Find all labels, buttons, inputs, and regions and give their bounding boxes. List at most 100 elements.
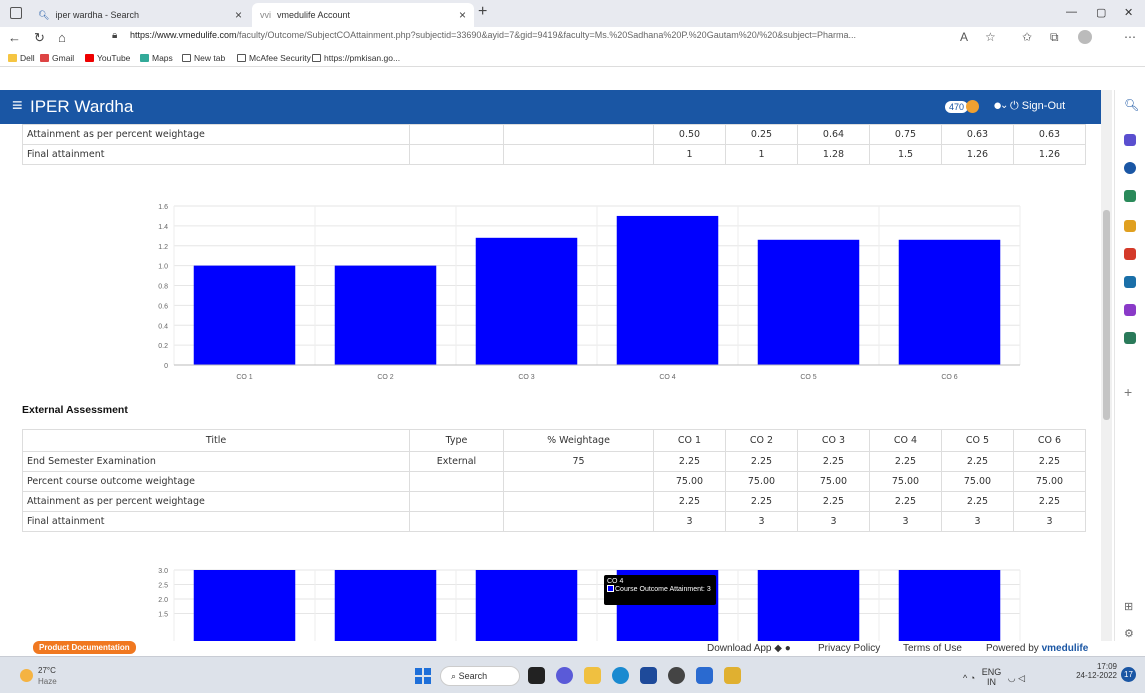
signout-label: Sign-Out <box>1021 100 1066 112</box>
refresh-icon[interactable]: ↻ <box>34 30 45 46</box>
dell-icon[interactable] <box>668 667 685 684</box>
bookmark-pmkisan[interactable]: https://pmkisan.go... <box>312 53 400 63</box>
read-aloud-icon[interactable]: A <box>960 30 968 44</box>
vmedulife-logo-icon: vvi <box>260 10 271 20</box>
y-tick-label: 2.0 <box>158 597 168 604</box>
search-icon[interactable]: 🔍︎ <box>1124 98 1139 112</box>
bookmark-youtube[interactable]: YouTube <box>85 53 130 63</box>
close-tab-icon[interactable]: × <box>459 8 466 22</box>
gmail-icon <box>40 54 49 62</box>
address-bar: ← ↻ ⌂ 🔒︎ https://www.vmedulife.com/facul… <box>0 27 1145 49</box>
co-value: 2.25 <box>725 491 798 512</box>
notification-badge-icon[interactable]: 17 <box>1121 667 1136 682</box>
add-icon[interactable]: + <box>1124 384 1136 400</box>
bookmark-maps[interactable]: Maps <box>140 53 173 63</box>
product-documentation-button[interactable]: Product Documentation <box>33 641 136 654</box>
page-icon <box>237 54 246 62</box>
designer-icon[interactable] <box>1124 304 1136 316</box>
bookmark-label: Gmail <box>52 53 75 63</box>
bookmark-gmail[interactable]: Gmail <box>40 53 74 63</box>
shopping-icon[interactable] <box>1124 162 1136 174</box>
bar <box>757 570 860 641</box>
tools-icon[interactable] <box>1124 190 1136 202</box>
vlc-icon[interactable] <box>724 667 741 684</box>
row-title: Attainment as per percent weightage <box>22 124 410 145</box>
bookmark-mcafee[interactable]: McAfee Security <box>237 53 311 63</box>
close-window-icon[interactable]: ✕ <box>1124 6 1133 19</box>
restore-icon[interactable]: ▢ <box>1096 6 1106 19</box>
taskbar: 27°C Haze ⌕ Search ^ ◔ ENG IN ◡ ◁ 17:09 24… <box>0 656 1145 693</box>
co-value: 75.00 <box>725 471 798 492</box>
column-header: Type <box>409 429 504 452</box>
table-row: Attainment as per percent weightage 0.50… <box>22 124 1086 145</box>
more-icon[interactable]: ⋯ <box>1124 30 1136 44</box>
edge-icon[interactable] <box>612 667 629 684</box>
row-title: Attainment as per percent weightage <box>22 491 410 512</box>
favorite-icon[interactable]: ☆ <box>985 30 996 44</box>
new-tab-button[interactable]: + <box>478 3 487 21</box>
url-path: /faculty/Outcome/SubjectCOAttainment.php… <box>236 30 857 40</box>
task-view-icon[interactable] <box>528 667 545 684</box>
chat-icon[interactable] <box>556 667 573 684</box>
internal-attainment-chart: 0 0.2 0.4 0.6 0.8 1.0 1.2 1.4 1.6 CO 1 CO 2 CO 3 CO … <box>158 204 1021 381</box>
close-tab-icon[interactable]: × <box>235 8 242 22</box>
games-icon[interactable] <box>1124 220 1136 232</box>
settings-icon[interactable]: ⚙︎ <box>1124 627 1136 640</box>
row-weightage <box>503 471 654 492</box>
y-tick-label: 1.2 <box>158 244 168 251</box>
back-icon[interactable]: ← <box>8 30 21 45</box>
home-icon[interactable]: ⌂ <box>58 30 66 45</box>
apple-icon: ● <box>784 643 791 654</box>
tab-search[interactable]: 🔍︎ iper wardha - Search × <box>30 3 250 27</box>
taskbar-search[interactable]: ⌕ Search <box>440 666 520 686</box>
co-value: 0.63 <box>1013 124 1086 145</box>
row-title: End Semester Examination <box>22 451 410 472</box>
chart-tooltip: CO 4 Course Outcome Attainment: 3 <box>604 575 716 605</box>
drop-icon[interactable] <box>1124 332 1136 344</box>
sidebar-app-icon[interactable] <box>1124 134 1136 146</box>
column-header: CO 4 <box>869 429 942 452</box>
y-tick-label: 1.5 <box>158 612 168 619</box>
region-code: IN <box>986 677 996 687</box>
row-title: Percent course outcome weightage <box>22 471 410 492</box>
favorites-icon[interactable]: ✩ <box>1022 30 1032 44</box>
co-value: 2.25 <box>725 451 798 472</box>
chevron-down-icon[interactable]: ⌄ <box>1000 100 1008 111</box>
office-icon[interactable] <box>1124 248 1136 260</box>
minimize-icon[interactable]: — <box>1066 6 1077 18</box>
tab-actions-icon[interactable] <box>10 7 22 19</box>
row-title: Final attainment <box>22 511 410 532</box>
clock[interactable]: 17:09 24-12-2022 <box>1067 662 1117 680</box>
row-weightage: 75 <box>503 451 654 472</box>
signout-button[interactable]: ⏻︎ Sign-Out <box>1010 100 1065 113</box>
co-value: 3 <box>941 511 1014 532</box>
browser-tab-bar: 🔍︎ iper wardha - Search × vvi vmedulife … <box>0 0 1145 27</box>
hamburger-menu-icon[interactable]: ≡ <box>12 95 23 116</box>
co-value: 0.63 <box>941 124 1014 145</box>
co-value: 3 <box>1013 511 1086 532</box>
bookmark-newtab[interactable]: New tab <box>182 53 225 63</box>
outlook-icon[interactable] <box>1124 276 1136 288</box>
system-tray[interactable]: ^ ◔ ENG IN ◡ ◁ <box>963 667 1025 687</box>
scrollbar-thumb[interactable] <box>1103 210 1110 420</box>
collections-icon[interactable]: ⧉ <box>1050 30 1059 45</box>
page-scrollbar[interactable] <box>1101 90 1112 641</box>
coins-badge[interactable]: 470 <box>945 101 969 113</box>
download-app-link[interactable]: Download App ◆ ● <box>707 643 791 654</box>
privacy-policy-link[interactable]: Privacy Policy <box>818 643 880 654</box>
word-icon[interactable] <box>696 667 713 684</box>
terms-link[interactable]: Terms of Use <box>903 643 962 654</box>
page-content: Attainment as per percent weightage 0.50… <box>0 124 1101 641</box>
profile-icon[interactable] <box>1078 30 1092 44</box>
time: 17:09 <box>1096 662 1117 671</box>
file-explorer-icon[interactable] <box>584 667 601 684</box>
app-title: IPER Wardha <box>30 97 134 116</box>
tab-vmedulife[interactable]: vvi vmedulife Account × <box>252 3 474 27</box>
url-field[interactable]: https://www.vmedulife.com/faculty/Outcom… <box>130 30 930 40</box>
co-value: 0.64 <box>797 124 870 145</box>
store-icon[interactable] <box>640 667 657 684</box>
start-button[interactable] <box>415 668 431 684</box>
bookmark-dell[interactable]: Dell <box>8 53 35 63</box>
co-value: 75.00 <box>941 471 1014 492</box>
layout-icon[interactable]: ⊞ <box>1124 600 1136 613</box>
